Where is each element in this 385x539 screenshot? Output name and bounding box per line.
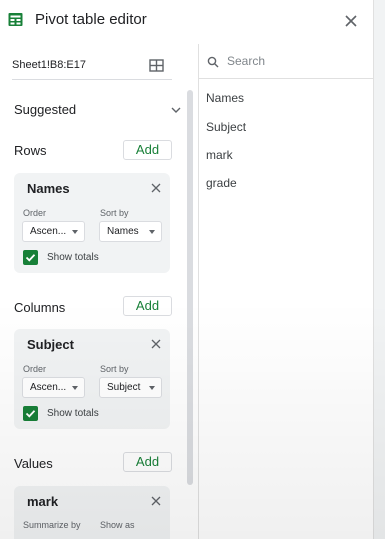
scrollbar[interactable] xyxy=(187,90,193,485)
sortby-dropdown[interactable]: Subject xyxy=(99,377,162,398)
field-list-panel: Names Subject mark grade xyxy=(199,44,373,539)
card-title: Subject xyxy=(27,337,74,352)
show-totals-checkbox[interactable] xyxy=(23,406,38,421)
dropdown-arrow-icon xyxy=(72,230,78,234)
field-item-mark[interactable]: mark xyxy=(206,148,233,162)
order-label: Order xyxy=(23,208,47,218)
close-icon[interactable] xyxy=(342,12,360,30)
columns-label: Columns xyxy=(14,300,66,315)
order-dropdown[interactable]: Ascen... xyxy=(22,377,85,398)
sortby-label: Sort by xyxy=(100,364,129,374)
close-icon[interactable] xyxy=(150,182,162,194)
rows-add-button[interactable]: Add xyxy=(123,140,172,160)
close-icon[interactable] xyxy=(150,338,162,350)
dropdown-arrow-icon xyxy=(149,230,155,234)
show-totals-label: Show totals xyxy=(47,408,99,419)
dropdown-arrow-icon xyxy=(149,386,155,390)
editor-settings-panel: Sheet1!B8:E17 Suggested Rows Add Names O… xyxy=(0,44,197,539)
sortby-label: Sort by xyxy=(100,208,129,218)
data-range-value: Sheet1!B8:E17 xyxy=(12,59,87,71)
suggested-label[interactable]: Suggested xyxy=(14,102,76,117)
columns-add-button[interactable]: Add xyxy=(123,296,172,316)
order-value: Ascen... xyxy=(30,382,67,393)
sortby-dropdown[interactable]: Names xyxy=(99,221,162,242)
field-item-grade[interactable]: grade xyxy=(206,176,237,190)
dropdown-arrow-icon xyxy=(72,386,78,390)
editor-header: Pivot table editor xyxy=(0,0,385,44)
chevron-down-icon[interactable] xyxy=(170,104,182,116)
select-range-grid-icon[interactable] xyxy=(149,58,164,73)
editor-title: Pivot table editor xyxy=(35,11,147,28)
columns-subject-card: Subject Order Sort by Ascen... Subject S… xyxy=(14,329,170,429)
order-value: Ascen... xyxy=(30,226,67,237)
values-add-button[interactable]: Add xyxy=(123,452,172,472)
search-bar xyxy=(199,44,373,79)
rows-label: Rows xyxy=(14,143,47,158)
data-range-field[interactable]: Sheet1!B8:E17 xyxy=(12,54,172,80)
field-item-subject[interactable]: Subject xyxy=(206,120,246,134)
sortby-value: Subject xyxy=(107,382,141,393)
rows-names-card: Names Order Sort by Ascen... Names Show … xyxy=(14,173,170,273)
sheets-table-icon xyxy=(8,13,23,26)
summarize-by-label: Summarize by xyxy=(23,520,81,530)
card-title: Names xyxy=(27,181,70,196)
show-totals-label: Show totals xyxy=(47,252,99,263)
order-label: Order xyxy=(23,364,47,374)
sortby-value: Names xyxy=(107,226,139,237)
search-icon xyxy=(207,56,219,68)
close-icon[interactable] xyxy=(150,495,162,507)
window-edge xyxy=(373,0,385,539)
values-label: Values xyxy=(14,456,53,471)
order-dropdown[interactable]: Ascen... xyxy=(22,221,85,242)
search-input[interactable] xyxy=(227,52,367,70)
values-mark-card: mark Summarize by Show as xyxy=(14,486,170,539)
card-title: mark xyxy=(27,494,59,509)
show-as-label: Show as xyxy=(100,520,135,530)
show-totals-checkbox[interactable] xyxy=(23,250,38,265)
field-item-names[interactable]: Names xyxy=(206,91,244,105)
